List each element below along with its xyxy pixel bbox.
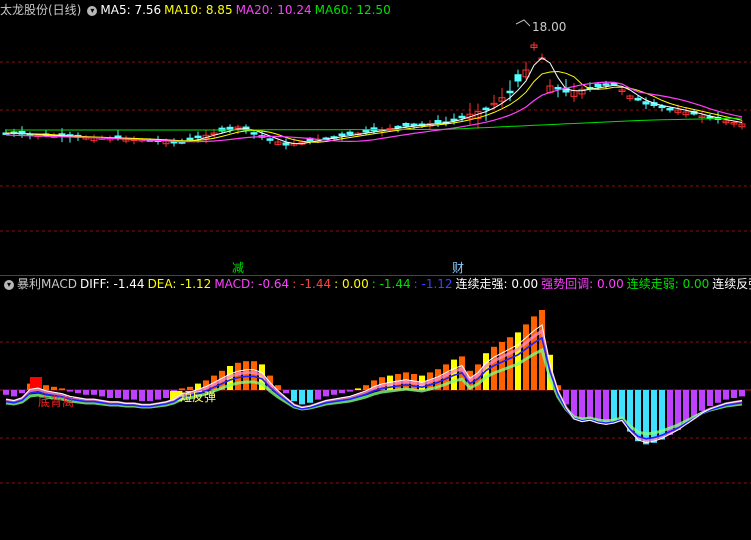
macd-bar bbox=[67, 390, 73, 392]
macd-bar bbox=[579, 390, 585, 421]
macd-bar bbox=[131, 390, 137, 400]
macd-bar bbox=[283, 390, 289, 394]
macd-bar bbox=[611, 390, 617, 422]
macd-bar bbox=[123, 390, 129, 400]
macd-bar bbox=[115, 390, 121, 398]
candle bbox=[410, 123, 418, 127]
candle bbox=[506, 90, 514, 94]
chart-canvas[interactable]: 18.00 减 财底背离 短反弹 bbox=[0, 0, 751, 540]
macd-bar bbox=[91, 390, 97, 395]
macd-bar bbox=[323, 390, 329, 397]
macd-bar bbox=[691, 390, 697, 418]
candle bbox=[594, 83, 602, 88]
candle bbox=[434, 120, 442, 124]
candle bbox=[554, 86, 562, 90]
macd-bar bbox=[155, 390, 161, 400]
candle bbox=[194, 135, 202, 139]
macd-bar bbox=[723, 390, 729, 400]
macd-bar bbox=[587, 390, 593, 419]
high-pointer bbox=[515, 19, 531, 27]
macd-bar bbox=[19, 390, 25, 394]
candle bbox=[226, 126, 234, 130]
macd-bar bbox=[147, 390, 153, 402]
macd-bar bbox=[707, 390, 713, 406]
candle bbox=[602, 83, 610, 86]
macd-bar bbox=[235, 362, 241, 390]
macd-bar bbox=[699, 390, 705, 411]
jian-marker: 减 bbox=[232, 261, 244, 275]
divergence-label: 底背离 bbox=[38, 394, 74, 409]
macd-bar bbox=[347, 390, 353, 392]
macd-bar bbox=[139, 390, 145, 402]
candle bbox=[458, 115, 466, 119]
candle bbox=[186, 137, 194, 141]
macd-bar bbox=[331, 390, 337, 395]
macd-bar bbox=[355, 388, 361, 390]
macd-bar bbox=[163, 390, 169, 398]
candle bbox=[634, 97, 642, 101]
macd-bar bbox=[83, 390, 89, 395]
cai-marker: 财 bbox=[452, 261, 464, 275]
macd-bar bbox=[643, 390, 649, 445]
macd-bar bbox=[75, 390, 81, 394]
candle bbox=[666, 107, 674, 111]
candle bbox=[338, 133, 346, 137]
macd-bar bbox=[715, 390, 721, 403]
macd-bar bbox=[739, 390, 745, 397]
macd-bar bbox=[315, 390, 321, 400]
candle bbox=[514, 74, 522, 82]
macd-bar bbox=[3, 390, 9, 395]
macd-bar bbox=[307, 390, 313, 403]
candle bbox=[282, 142, 290, 146]
macd-bar bbox=[59, 388, 65, 390]
macd-bar bbox=[107, 390, 113, 398]
macd-bar bbox=[499, 342, 505, 390]
macd-bar bbox=[491, 346, 497, 390]
macd-bar bbox=[99, 390, 105, 397]
macd-bar bbox=[339, 390, 345, 394]
rebound-label: 短反弹 bbox=[180, 390, 216, 404]
macd-bar bbox=[619, 390, 625, 419]
macd-bar bbox=[291, 390, 297, 402]
candle bbox=[642, 101, 650, 105]
macd-bar bbox=[507, 337, 513, 390]
candle bbox=[346, 131, 354, 135]
candle bbox=[266, 138, 274, 141]
macd-bar bbox=[595, 390, 601, 422]
high-price-label: 18.00 bbox=[532, 20, 566, 34]
macd-bar bbox=[11, 390, 17, 397]
candle bbox=[250, 132, 258, 135]
macd-bar bbox=[603, 390, 609, 424]
macd-bar bbox=[299, 390, 305, 405]
macd-bar bbox=[731, 390, 737, 398]
macd-bar bbox=[43, 385, 49, 390]
macd-bar bbox=[51, 386, 57, 390]
candle bbox=[482, 107, 490, 111]
candle bbox=[402, 122, 410, 127]
macd-bar bbox=[651, 390, 657, 443]
